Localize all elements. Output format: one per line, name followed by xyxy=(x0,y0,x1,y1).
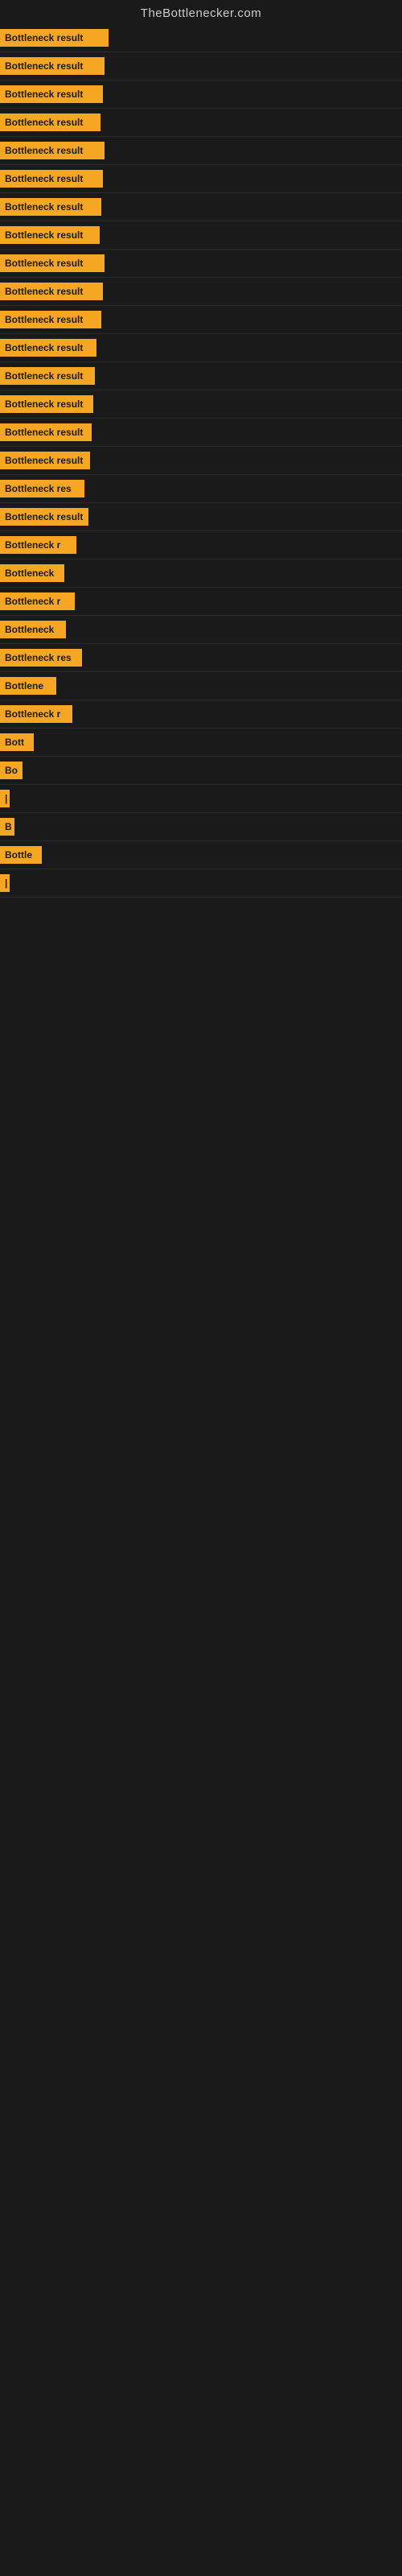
bottleneck-bar: Bottleneck res xyxy=(0,480,402,497)
bottleneck-bar: Bottleneck result xyxy=(0,339,402,357)
bottleneck-bar: Bottle xyxy=(0,846,402,864)
bottleneck-bar: Bottleneck r xyxy=(0,592,402,610)
bottleneck-row: Bottleneck result xyxy=(0,250,402,278)
bottleneck-bar: Bottleneck result xyxy=(0,283,402,300)
bottleneck-bar: Bottleneck result xyxy=(0,311,402,328)
bottleneck-label: Bottleneck xyxy=(0,621,66,638)
bottleneck-row: Bottleneck r xyxy=(0,531,402,559)
bottleneck-bar: B xyxy=(0,818,402,836)
bottleneck-bar: Bottleneck xyxy=(0,564,402,582)
bottleneck-row: | xyxy=(0,785,402,813)
bottleneck-label: Bottleneck result xyxy=(0,452,90,469)
bottleneck-row: | xyxy=(0,869,402,898)
bottleneck-row: Bottleneck result xyxy=(0,503,402,531)
bottleneck-row: Bottleneck result xyxy=(0,24,402,52)
bottleneck-row: Bo xyxy=(0,757,402,785)
bottleneck-bar: Bottleneck result xyxy=(0,395,402,413)
bottleneck-bar: Bottleneck result xyxy=(0,142,402,159)
bottleneck-label: Bott xyxy=(0,733,34,751)
bottleneck-label: Bottleneck result xyxy=(0,339,96,357)
bottleneck-bar: | xyxy=(0,874,402,892)
bottleneck-label: Bottleneck r xyxy=(0,592,75,610)
bottleneck-label: Bottleneck result xyxy=(0,57,105,75)
bottleneck-label: Bottleneck result xyxy=(0,85,103,103)
bottleneck-label: Bottleneck result xyxy=(0,423,92,441)
bottleneck-label: Bottleneck result xyxy=(0,395,93,413)
bottleneck-row: Bottleneck result xyxy=(0,447,402,475)
bottleneck-row: Bottle xyxy=(0,841,402,869)
bottleneck-bar: Bottleneck r xyxy=(0,705,402,723)
bottleneck-row: Bottleneck result xyxy=(0,165,402,193)
bottleneck-label: Bottleneck result xyxy=(0,254,105,272)
bottleneck-row: Bottleneck xyxy=(0,559,402,588)
bottleneck-row: Bottleneck res xyxy=(0,475,402,503)
bottleneck-bar: Bottleneck result xyxy=(0,367,402,385)
bottleneck-label: Bottleneck result xyxy=(0,29,109,47)
bottleneck-label: Bottleneck xyxy=(0,564,64,582)
bottleneck-row: Bottleneck result xyxy=(0,52,402,80)
bottleneck-row: Bottleneck result xyxy=(0,334,402,362)
bottleneck-label: Bottleneck result xyxy=(0,367,95,385)
bottleneck-bar: Bottleneck result xyxy=(0,114,402,131)
bottleneck-bar: Bottlene xyxy=(0,677,402,695)
bottleneck-row: Bottleneck r xyxy=(0,700,402,729)
bottleneck-bar: Bottleneck result xyxy=(0,57,402,75)
bottleneck-label: Bo xyxy=(0,762,23,779)
bottleneck-row: Bottleneck r xyxy=(0,588,402,616)
bottleneck-bar: | xyxy=(0,790,402,807)
bottleneck-row: Bottleneck xyxy=(0,616,402,644)
bottleneck-row: Bottleneck result xyxy=(0,390,402,419)
bottleneck-bar: Bo xyxy=(0,762,402,779)
bottleneck-bar: Bottleneck result xyxy=(0,85,402,103)
bottleneck-bar: Bottleneck result xyxy=(0,198,402,216)
bottleneck-label: Bottleneck result xyxy=(0,311,101,328)
bottleneck-row: Bottleneck result xyxy=(0,419,402,447)
bottleneck-label: Bottlene xyxy=(0,677,56,695)
bottleneck-bar: Bottleneck result xyxy=(0,170,402,188)
bottleneck-row: Bottleneck result xyxy=(0,362,402,390)
bottleneck-label: Bottleneck result xyxy=(0,114,100,131)
bottleneck-bar: Bott xyxy=(0,733,402,751)
bottleneck-label: B xyxy=(0,818,14,836)
bottleneck-label: | xyxy=(0,874,10,892)
bottleneck-bar: Bottleneck result xyxy=(0,226,402,244)
bottleneck-bar: Bottleneck result xyxy=(0,508,402,526)
bottleneck-bar: Bottleneck result xyxy=(0,423,402,441)
bottleneck-row: Bottleneck result xyxy=(0,221,402,250)
bottleneck-row: B xyxy=(0,813,402,841)
bottleneck-bar: Bottleneck r xyxy=(0,536,402,554)
bottleneck-label: Bottleneck result xyxy=(0,283,103,300)
bottleneck-row: Bottleneck result xyxy=(0,137,402,165)
bottleneck-label: Bottleneck result xyxy=(0,508,88,526)
bottleneck-bar: Bottleneck xyxy=(0,621,402,638)
bottleneck-row: Bottleneck result xyxy=(0,109,402,137)
bottleneck-row: Bottleneck result xyxy=(0,80,402,109)
bottleneck-label: Bottle xyxy=(0,846,42,864)
bottleneck-label: | xyxy=(0,790,10,807)
bottleneck-row: Bottleneck result xyxy=(0,193,402,221)
bottleneck-label: Bottleneck result xyxy=(0,170,103,188)
site-title: TheBottlenecker.com xyxy=(0,0,402,24)
bottleneck-row: Bottleneck result xyxy=(0,306,402,334)
bottleneck-bar: Bottleneck result xyxy=(0,452,402,469)
bottleneck-row: Bottleneck res xyxy=(0,644,402,672)
bottleneck-row: Bott xyxy=(0,729,402,757)
bottleneck-label: Bottleneck result xyxy=(0,226,100,244)
bottleneck-row: Bottleneck result xyxy=(0,278,402,306)
bottleneck-label: Bottleneck r xyxy=(0,536,76,554)
bottleneck-bar: Bottleneck result xyxy=(0,29,402,47)
bottleneck-label: Bottleneck result xyxy=(0,142,105,159)
bottleneck-row: Bottlene xyxy=(0,672,402,700)
bottleneck-label: Bottleneck res xyxy=(0,649,82,667)
bottleneck-bar: Bottleneck res xyxy=(0,649,402,667)
bottleneck-bar: Bottleneck result xyxy=(0,254,402,272)
bottleneck-label: Bottleneck res xyxy=(0,480,84,497)
bottleneck-label: Bottleneck r xyxy=(0,705,72,723)
bottleneck-label: Bottleneck result xyxy=(0,198,101,216)
